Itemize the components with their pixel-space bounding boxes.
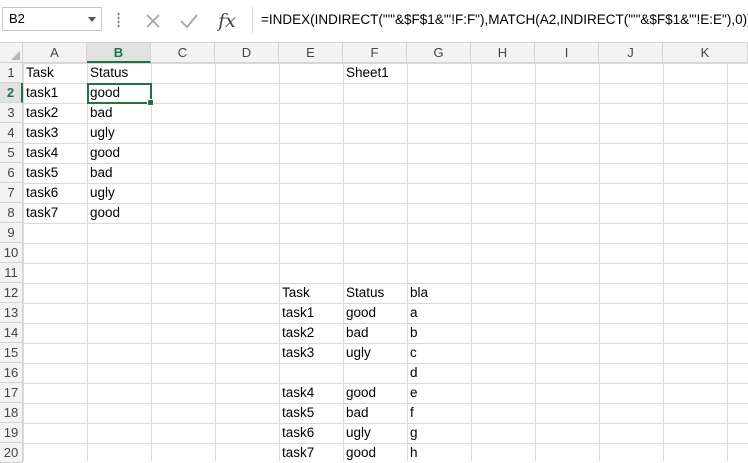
cell-a5[interactable]: task4 bbox=[23, 143, 87, 163]
row-header-16[interactable]: 16 bbox=[0, 363, 23, 383]
column-header-i[interactable]: I bbox=[535, 43, 599, 63]
row-header-11[interactable]: 11 bbox=[0, 263, 23, 283]
cell-g20[interactable]: h bbox=[407, 443, 471, 463]
cell-g14[interactable]: b bbox=[407, 323, 471, 343]
cell-a4[interactable]: task3 bbox=[23, 123, 87, 143]
column-header-h[interactable]: H bbox=[471, 43, 535, 63]
cell-g15[interactable]: c bbox=[407, 343, 471, 363]
spreadsheet-grid: ABCDEFGHIJK 1 2 3 4 5 6 7 8 9 10 11 12 13 14 15 16 17 18 1… bbox=[0, 43, 748, 463]
row-header-1[interactable]: 1 bbox=[0, 63, 23, 83]
cell-g19[interactable]: g bbox=[407, 423, 471, 443]
cell-area[interactable]: Task Status Sheet1 task1 good task2 bad task3 ug… bbox=[23, 63, 748, 461]
cell-e13[interactable]: task1 bbox=[279, 303, 343, 323]
cell-e20[interactable]: task7 bbox=[279, 443, 343, 463]
chevron-down-icon[interactable] bbox=[88, 17, 96, 22]
cell-a6[interactable]: task5 bbox=[23, 163, 87, 183]
cell-a2[interactable]: task1 bbox=[23, 83, 87, 103]
row-header-9[interactable]: 9 bbox=[0, 223, 23, 243]
fill-handle[interactable] bbox=[147, 99, 154, 106]
cell-e15[interactable]: task3 bbox=[279, 343, 343, 363]
cell-f17[interactable]: good bbox=[343, 383, 407, 403]
row-header-18[interactable]: 18 bbox=[0, 403, 23, 423]
cell-e12[interactable]: Task bbox=[279, 283, 343, 303]
column-header-k[interactable]: K bbox=[663, 43, 748, 63]
cell-b6[interactable]: bad bbox=[87, 163, 151, 183]
select-all-button[interactable] bbox=[0, 43, 23, 63]
cell-e19[interactable]: task6 bbox=[279, 423, 343, 443]
cell-f1[interactable]: Sheet1 bbox=[343, 63, 407, 83]
row-header-19[interactable]: 19 bbox=[0, 423, 23, 443]
row-header-17[interactable]: 17 bbox=[0, 383, 23, 403]
row-header-2[interactable]: 2 bbox=[0, 83, 23, 103]
separator-grip bbox=[117, 12, 120, 28]
row-header-12[interactable]: 12 bbox=[0, 283, 23, 303]
column-header-b[interactable]: B bbox=[87, 43, 151, 63]
name-box-value: B2 bbox=[9, 11, 25, 26]
cell-b5[interactable]: good bbox=[87, 143, 151, 163]
row-header-6[interactable]: 6 bbox=[0, 163, 23, 183]
cell-b1[interactable]: Status bbox=[87, 63, 151, 83]
row-header-14[interactable]: 14 bbox=[0, 323, 23, 343]
row-header-10[interactable]: 10 bbox=[0, 243, 23, 263]
cross-icon[interactable] bbox=[140, 8, 166, 34]
cell-e14[interactable]: task2 bbox=[279, 323, 343, 343]
cell-b4[interactable]: ugly bbox=[87, 123, 151, 143]
select-all-icon bbox=[11, 51, 20, 60]
cell-b7[interactable]: ugly bbox=[87, 183, 151, 203]
row-header-15[interactable]: 15 bbox=[0, 343, 23, 363]
cell-e18[interactable]: task5 bbox=[279, 403, 343, 423]
column-header-j[interactable]: J bbox=[599, 43, 663, 63]
cell-a7[interactable]: task6 bbox=[23, 183, 87, 203]
name-box[interactable]: B2 bbox=[2, 7, 102, 31]
cell-f20[interactable]: good bbox=[343, 443, 407, 463]
cell-a1[interactable]: Task bbox=[23, 63, 87, 83]
cell-g18[interactable]: f bbox=[407, 403, 471, 423]
row-header-20[interactable]: 20 bbox=[0, 443, 23, 463]
cell-g17[interactable]: e bbox=[407, 383, 471, 403]
column-header-e[interactable]: E bbox=[279, 43, 343, 63]
cell-e17[interactable]: task4 bbox=[279, 383, 343, 403]
row-header-3[interactable]: 3 bbox=[0, 103, 23, 123]
active-cell-outline[interactable] bbox=[87, 83, 154, 106]
formula-toolbar: B2 fx =INDEX(INDIRECT("'"&$F$1&"'!F:F"),… bbox=[0, 0, 748, 43]
formula-input[interactable]: =INDEX(INDIRECT("'"&$F$1&"'!F:F"),MATCH(… bbox=[252, 7, 748, 33]
cell-f15[interactable]: ugly bbox=[343, 343, 407, 363]
column-header-g[interactable]: G bbox=[407, 43, 471, 63]
row-header-7[interactable]: 7 bbox=[0, 183, 23, 203]
cell-a8[interactable]: task7 bbox=[23, 203, 87, 223]
cell-a3[interactable]: task2 bbox=[23, 103, 87, 123]
row-header-8[interactable]: 8 bbox=[0, 203, 23, 223]
row-header-5[interactable]: 5 bbox=[0, 143, 23, 163]
cell-f14[interactable]: bad bbox=[343, 323, 407, 343]
column-header-c[interactable]: C bbox=[151, 43, 215, 63]
cell-f12[interactable]: Status bbox=[343, 283, 407, 303]
cell-f19[interactable]: ugly bbox=[343, 423, 407, 443]
cell-g12[interactable]: bla bbox=[407, 283, 471, 303]
check-icon[interactable] bbox=[176, 8, 202, 34]
column-header-f[interactable]: F bbox=[343, 43, 407, 63]
row-header-13[interactable]: 13 bbox=[0, 303, 23, 323]
cell-f18[interactable]: bad bbox=[343, 403, 407, 423]
cell-b8[interactable]: good bbox=[87, 203, 151, 223]
column-header-a[interactable]: A bbox=[23, 43, 87, 63]
cell-f13[interactable]: good bbox=[343, 303, 407, 323]
insert-function-button[interactable]: fx bbox=[212, 8, 242, 34]
cell-g16[interactable]: d bbox=[407, 363, 471, 383]
cell-b3[interactable]: bad bbox=[87, 103, 151, 123]
row-header-4[interactable]: 4 bbox=[0, 123, 23, 143]
column-header-d[interactable]: D bbox=[215, 43, 279, 63]
cell-g13[interactable]: a bbox=[407, 303, 471, 323]
